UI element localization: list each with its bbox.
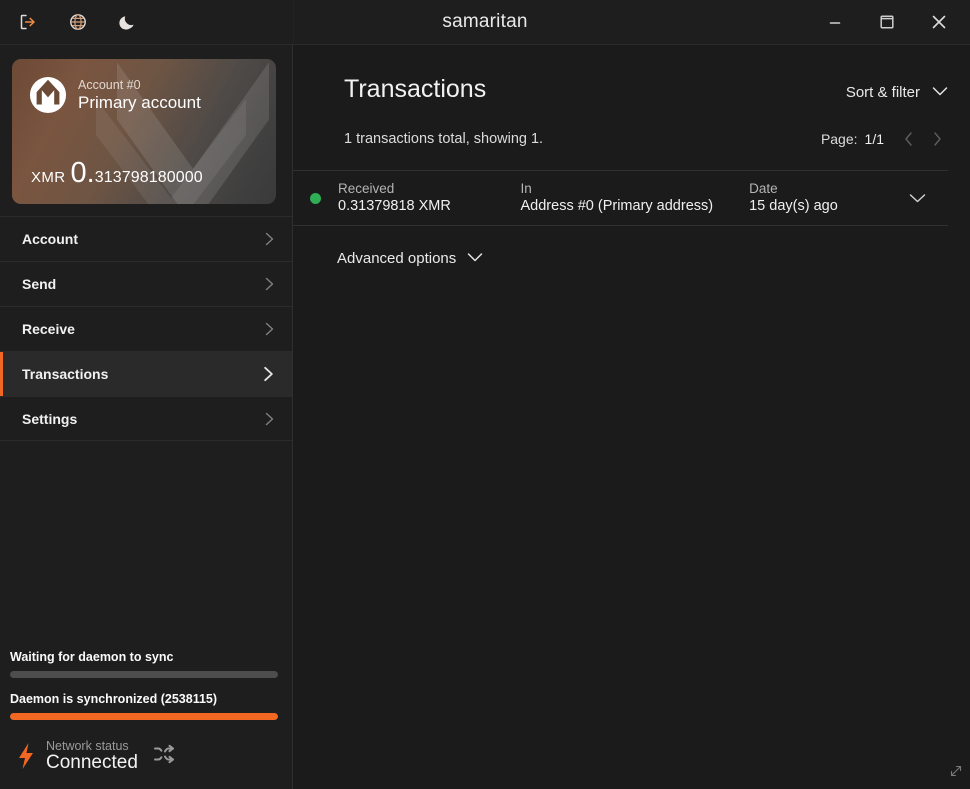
transaction-type-column: Received 0.31379818 XMR [338,181,521,216]
window-title: samaritan [442,11,528,32]
maximize-button[interactable] [868,5,906,39]
network-status-value: Connected [46,752,138,774]
account-name: Primary account [78,92,201,112]
moon-icon[interactable] [114,8,142,36]
account-card-container: Account #0 Primary account XMR 0. 313798… [0,45,292,216]
transaction-amount: 0.31379818 XMR [338,198,451,215]
card-watermark-chevron-secondary [96,99,246,204]
wallet-sync-label: Waiting for daemon to sync [10,649,174,664]
close-button[interactable] [920,5,958,39]
account-balance: XMR 0. 313798180000 [31,159,203,188]
titlebar-toolbar [0,0,293,44]
sidebar-item-label: Receive [22,321,75,337]
wallet-sync-block: Waiting for daemon to sync [10,650,278,678]
account-labels: Account #0 Primary account [78,77,201,112]
sidebar-item-label: Account [22,231,78,247]
sidebar-item-settings[interactable]: Settings [0,396,292,441]
transaction-date: 15 day(s) ago [749,198,838,215]
account-number: Account #0 [78,77,141,92]
sidebar-item-label: Settings [22,410,78,427]
table-row[interactable]: Received 0.31379818 XMR In Address #0 (P… [293,170,948,226]
titlebar-divider [293,0,294,45]
sidebar-item-account[interactable]: Account [0,216,292,261]
main-content: Transactions Sort & filter 1 transaction… [293,45,970,789]
balance-currency: XMR [31,169,66,186]
chevron-right-icon [263,231,276,247]
sidebar: Account #0 Primary account XMR 0. 313798… [0,45,293,789]
advanced-options-button[interactable]: Advanced options [337,250,970,267]
next-page-button[interactable] [926,128,948,150]
sidebar-item-send[interactable]: Send [0,261,292,306]
transaction-total-text: 1 transactions total, showing 1. [344,131,544,147]
sidebar-item-label: Transactions [22,366,109,382]
resize-handle[interactable] [948,763,964,784]
app-window: samaritan Account #0 Primary account XMR… [0,0,970,789]
monero-logo-icon [29,76,67,114]
page-label: Page: [820,131,858,147]
chevron-right-icon [263,411,276,427]
sidebar-status: Waiting for daemon to sync Daemon is syn… [0,650,292,789]
account-card-header: Account #0 Primary account [12,59,276,114]
account-card[interactable]: Account #0 Primary account XMR 0. 313798… [12,59,276,204]
lightning-bolt-icon [19,743,33,770]
sort-filter-label: Sort & filter [845,84,920,101]
sort-filter-button[interactable]: Sort & filter [846,84,948,104]
balance-integer: 0. [70,157,95,189]
chevron-down-icon [467,250,483,267]
transaction-date-column: Date 15 day(s) ago [749,181,909,216]
header-title-row: Transactions Sort & filter [344,75,948,104]
daemon-sync-block: Daemon is synchronized (2538115) [10,692,278,720]
chevron-right-icon [261,365,276,383]
pagination: Page: 1/1 [821,128,948,150]
page-title: Transactions [344,75,487,103]
sidebar-item-label: Send [22,276,57,292]
transaction-direction-header: In [520,180,532,196]
chevron-down-icon [932,84,948,101]
transaction-list: Received 0.31379818 XMR In Address #0 (P… [293,170,970,226]
sidebar-item-receive[interactable]: Receive [0,306,292,351]
status-badge [310,192,321,204]
sidebar-nav: Account Send Receive Transactions Settin… [0,216,292,441]
window-body: Account #0 Primary account XMR 0. 313798… [0,45,970,789]
logout-icon[interactable] [14,8,42,36]
chevron-right-icon [263,276,276,292]
prev-page-button[interactable] [897,128,919,150]
window-controls [816,0,970,44]
expand-transaction-chevron-down-icon[interactable] [909,193,926,204]
shuffle-icon[interactable] [152,742,176,771]
chevron-right-icon [263,321,276,337]
wallet-sync-progressbar [10,670,278,678]
daemon-sync-label: Daemon is synchronized (2538115) [10,691,218,706]
transaction-address: Address #0 (Primary address) [520,198,714,215]
transaction-date-header: Date [749,180,778,196]
network-status: Network status Connected [10,734,278,789]
daemon-sync-progress-fill [10,712,278,720]
advanced-options-label: Advanced options [337,250,457,267]
page-value: 1/1 [864,131,884,147]
transaction-direction-column: In Address #0 (Primary address) [521,181,750,216]
transaction-type-header: Received [338,180,395,196]
header-meta-row: 1 transactions total, showing 1. Page: 1… [344,128,948,150]
globe-icon[interactable] [64,8,92,36]
title-bar: samaritan [0,0,970,45]
network-status-text: Network status Connected [46,739,138,774]
minimize-button[interactable] [816,5,854,39]
main-header: Transactions Sort & filter 1 transaction… [293,45,970,150]
balance-fraction: 313798180000 [94,169,203,186]
sidebar-item-transactions[interactable]: Transactions [0,351,292,396]
daemon-sync-progressbar [10,712,278,720]
